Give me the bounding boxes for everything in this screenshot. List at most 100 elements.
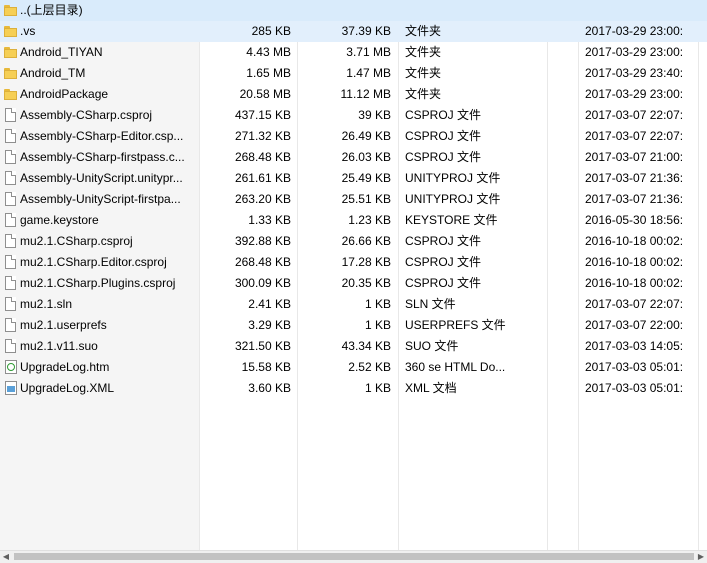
modified-date: 2017-03-29 23:40: (585, 66, 684, 80)
file-name: Assembly-UnityScript-firstpa... (20, 192, 181, 206)
file-size: 300.09 KB (234, 276, 291, 290)
file-row[interactable]: mu2.1.v11.suo 321.50 KB 43.34 KB SUO 文件 2017… (0, 336, 707, 357)
folder-icon (4, 4, 18, 17)
packed-size: 3.71 MB (346, 45, 391, 59)
file-size: 15.58 KB (241, 360, 291, 374)
modified-date: 2016-10-18 00:02: (585, 276, 684, 290)
file-row[interactable]: mu2.1.userprefs 3.29 KB 1 KB USERPREFS 文件 20… (0, 315, 707, 336)
file-type: SUO 文件 (405, 339, 459, 353)
file-size: 1.65 MB (246, 66, 291, 80)
file-name: Android_TIYAN (20, 45, 103, 59)
modified-date: 2017-03-07 21:00: (585, 150, 684, 164)
packed-size: 39 KB (358, 108, 391, 122)
packed-size: 43.34 KB (341, 339, 391, 353)
scroll-right-button[interactable]: ▶ (695, 551, 707, 563)
packed-size: 25.49 KB (341, 171, 391, 185)
file-size: 271.32 KB (234, 129, 291, 143)
modified-date: 2017-03-03 14:05: (585, 339, 684, 353)
file-type: UNITYPROJ 文件 (405, 171, 501, 185)
packed-size: 1 KB (364, 381, 391, 395)
file-row[interactable]: Assembly-UnityScript-firstpa... 263.20 KB… (0, 189, 707, 210)
file-name: AndroidPackage (20, 87, 109, 101)
file-name: mu2.1.v11.suo (20, 339, 98, 353)
file-list-pane[interactable]: ..(上层目录) .vs 285 KB 37.39 KB 文件夹 2017-03-29 2… (0, 0, 707, 550)
modified-date: 2017-03-29 23:00: (585, 87, 684, 101)
modified-date: 2016-10-18 00:02: (585, 255, 684, 269)
file-row[interactable]: Assembly-CSharp-Editor.csp... 271.32 KB 26… (0, 126, 707, 147)
packed-size: 1 KB (364, 297, 391, 311)
file-row[interactable]: Assembly-UnityScript.unitypr... 261.61 KB… (0, 168, 707, 189)
file-icon (5, 255, 16, 269)
file-type: UNITYPROJ 文件 (405, 192, 501, 206)
file-row[interactable]: mu2.1.CSharp.Plugins.csproj 300.09 KB 20.3… (0, 273, 707, 294)
packed-size: 1 KB (364, 318, 391, 332)
file-name: UpgradeLog.XML (20, 381, 115, 395)
file-name: mu2.1.CSharp.csproj (20, 234, 133, 248)
modified-date: 2016-10-18 00:02: (585, 234, 684, 248)
packed-size: 2.52 KB (348, 360, 391, 374)
horizontal-scrollbar[interactable]: ◀ ▶ (0, 550, 707, 563)
file-name: mu2.1.CSharp.Editor.csproj (20, 255, 167, 269)
file-row[interactable]: Android_TM 1.65 MB 1.47 MB 文件夹 2017-03-29 23… (0, 63, 707, 84)
folder-icon (4, 46, 18, 59)
html-file-icon (5, 360, 17, 374)
file-icon (5, 129, 16, 143)
packed-size (300, 0, 391, 21)
packed-size: 37.39 KB (341, 24, 391, 38)
file-row[interactable]: AndroidPackage 20.58 MB 11.12 MB 文件夹 2017-03… (0, 84, 707, 105)
file-type: CSPROJ 文件 (405, 129, 482, 143)
modified-date: 2017-03-07 21:36: (585, 171, 684, 185)
file-row[interactable]: mu2.1.CSharp.csproj 392.88 KB 26.66 KB CSPR… (0, 231, 707, 252)
packed-size: 20.35 KB (341, 276, 391, 290)
file-icon (5, 276, 16, 290)
file-size: 268.48 KB (234, 150, 291, 164)
file-type: CSPROJ 文件 (405, 255, 482, 269)
file-icon (5, 318, 16, 332)
file-row[interactable]: Android_TIYAN 4.43 MB 3.71 MB 文件夹 2017-03-29… (0, 42, 707, 63)
packed-size: 26.49 KB (341, 129, 391, 143)
file-icon (5, 108, 16, 122)
file-row[interactable]: game.keystore 1.33 KB 1.23 KB KEYSTORE 文件 20… (0, 210, 707, 231)
file-size: 321.50 KB (234, 339, 291, 353)
packed-size: 26.66 KB (341, 234, 391, 248)
file-type: 文件夹 (405, 87, 442, 101)
file-icon (5, 234, 16, 248)
file-type: 文件夹 (405, 66, 442, 80)
file-size: 285 KB (251, 24, 291, 38)
file-icon (5, 213, 16, 227)
modified-date: 2016-05-30 18:56: (585, 213, 684, 227)
file-row[interactable]: mu2.1.CSharp.Editor.csproj 268.48 KB 17.28… (0, 252, 707, 273)
file-row[interactable]: Assembly-CSharp.csproj 437.15 KB 39 KB CSPR… (0, 105, 707, 126)
file-size: 4.43 MB (246, 45, 291, 59)
packed-size: 17.28 KB (341, 255, 391, 269)
file-row[interactable]: UpgradeLog.XML 3.60 KB 1 KB XML 文档 2017-03-0… (0, 378, 707, 399)
file-size (200, 0, 291, 21)
file-type: CSPROJ 文件 (405, 234, 482, 248)
file-row[interactable]: mu2.1.sln 2.41 KB 1 KB SLN 文件 2017-03-07 22:… (0, 294, 707, 315)
parent-directory-row[interactable]: ..(上层目录) (0, 0, 707, 21)
file-name: mu2.1.CSharp.Plugins.csproj (20, 276, 176, 290)
folder-icon (4, 88, 18, 101)
scroll-left-button[interactable]: ◀ (0, 551, 12, 563)
file-icon (5, 297, 16, 311)
file-size: 2.41 KB (248, 297, 291, 311)
modified-date: 2017-03-07 22:07: (585, 297, 684, 311)
modified-date (585, 0, 703, 21)
file-row[interactable]: UpgradeLog.htm 15.58 KB 2.52 KB 360 se HTML… (0, 357, 707, 378)
file-size: 437.15 KB (234, 108, 291, 122)
modified-date: 2017-03-07 22:07: (585, 108, 684, 122)
file-size: 261.61 KB (234, 171, 291, 185)
file-icon (5, 339, 16, 353)
scrollbar-thumb[interactable] (14, 553, 694, 560)
file-row[interactable]: .vs 285 KB 37.39 KB 文件夹 2017-03-29 23:00: (0, 21, 707, 42)
file-name: game.keystore (20, 213, 99, 227)
file-type: CSPROJ 文件 (405, 276, 482, 290)
packed-size: 1.47 MB (346, 66, 391, 80)
file-row[interactable]: Assembly-CSharp-firstpass.c... 268.48 KB 2… (0, 147, 707, 168)
file-name: .vs (20, 24, 36, 38)
file-type: KEYSTORE 文件 (405, 213, 498, 227)
file-size: 3.29 KB (248, 318, 291, 332)
file-name: Assembly-CSharp-Editor.csp... (20, 129, 184, 143)
file-name: mu2.1.sln (20, 297, 73, 311)
packed-size: 11.12 MB (340, 87, 391, 101)
